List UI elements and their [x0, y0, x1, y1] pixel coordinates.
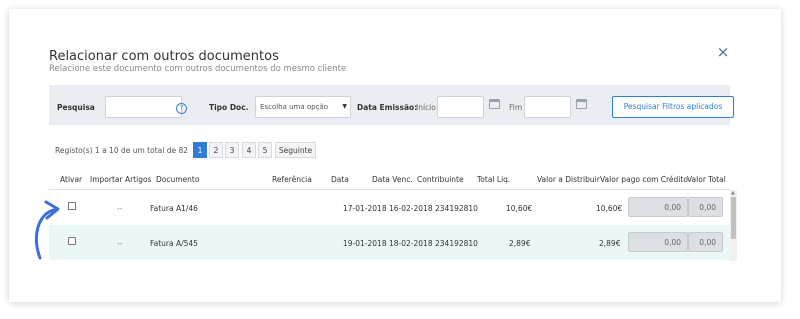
- date-cell: 17-01-2018: [343, 204, 387, 213]
- search-input[interactable]: [105, 96, 182, 118]
- page-button[interactable]: 4: [242, 142, 256, 158]
- column-header: Contribuinte: [417, 175, 464, 184]
- page-button[interactable]: 5: [258, 142, 272, 158]
- taxpayer-cell: 234192810: [435, 239, 478, 248]
- filter-bar: Pesquisa ? Tipo Doc. Escolha uma opção ▼…: [49, 85, 734, 125]
- start-date-label: Início: [416, 103, 436, 112]
- due-date-cell: 18-02-2018: [389, 239, 433, 248]
- column-header: Importar Artigos: [90, 175, 152, 184]
- column-header: Data: [331, 175, 349, 184]
- doc-type-select[interactable]: Escolha uma opção ▼: [255, 96, 351, 118]
- column-header: Valor pago com Crédito: [600, 175, 688, 184]
- net-total-cell: 10,60€: [506, 204, 533, 213]
- calendar-icon[interactable]: [489, 99, 500, 109]
- modal-title: Relacionar com outros documentos: [49, 49, 279, 64]
- document-cell: Fatura A/545: [150, 239, 198, 248]
- chevron-down-icon: ▼: [342, 103, 347, 110]
- column-header: Total Liq.: [477, 175, 511, 184]
- search-label: Pesquisa: [57, 103, 95, 112]
- close-icon[interactable]: ×: [716, 45, 730, 60]
- doc-type-label: Tipo Doc.: [209, 103, 249, 112]
- credit-paid-input[interactable]: 0,00: [628, 197, 688, 217]
- column-header: Referência: [272, 175, 312, 184]
- column-header: Ativar: [60, 175, 83, 184]
- total-value-input[interactable]: 0,00: [688, 197, 723, 217]
- doc-type-selected: Escolha uma opção: [260, 103, 329, 111]
- scroll-up-icon[interactable]: ▲: [731, 190, 735, 196]
- records-count: Registo(s) 1 a 10 de um total de 82: [55, 146, 189, 155]
- column-header: Valor a Distribuir: [537, 175, 600, 184]
- annotation-arrow-icon: [35, 200, 60, 260]
- help-icon[interactable]: ?: [176, 103, 187, 114]
- amount-to-distribute-cell: 10,60€: [596, 204, 623, 213]
- date-label: Data Emissão:: [357, 103, 418, 112]
- page-button[interactable]: 1: [193, 142, 207, 158]
- date-cell: 19-01-2018: [343, 239, 387, 248]
- document-cell: Fatura A1/46: [150, 204, 198, 213]
- scrollbar-thumb[interactable]: [731, 197, 736, 239]
- end-date-input[interactable]: [524, 96, 571, 118]
- table-row: -- Fatura A1/46 17-01-2018 16-02-2018 23…: [49, 190, 730, 225]
- page-button[interactable]: 2: [209, 142, 223, 158]
- column-header: Valor Total: [687, 175, 726, 184]
- apply-filters-button[interactable]: Pesquisar Filtros aplicados: [612, 96, 734, 118]
- amount-to-distribute-cell: 2,89€: [599, 239, 621, 248]
- page-button[interactable]: 3: [225, 142, 239, 158]
- start-date-input[interactable]: [437, 96, 484, 118]
- table-row: -- Fatura A/545 19-01-2018 18-02-2018 23…: [49, 225, 730, 260]
- import-items-cell: --: [117, 239, 123, 248]
- column-header: Data Venc.: [372, 175, 413, 184]
- due-date-cell: 16-02-2018: [389, 204, 433, 213]
- import-items-cell: --: [117, 204, 123, 213]
- end-date-label: Fim: [509, 103, 523, 112]
- total-value-input[interactable]: 0,00: [688, 232, 723, 252]
- modal-subtitle: Relacione este documento com outros docu…: [49, 64, 347, 74]
- next-page-button[interactable]: Seguinte: [275, 142, 316, 158]
- calendar-icon[interactable]: [576, 99, 587, 109]
- net-total-cell: 2,89€: [509, 239, 531, 248]
- column-header: Documento: [156, 175, 200, 184]
- credit-paid-input[interactable]: 0,00: [628, 232, 688, 252]
- taxpayer-cell: 234192810: [435, 204, 478, 213]
